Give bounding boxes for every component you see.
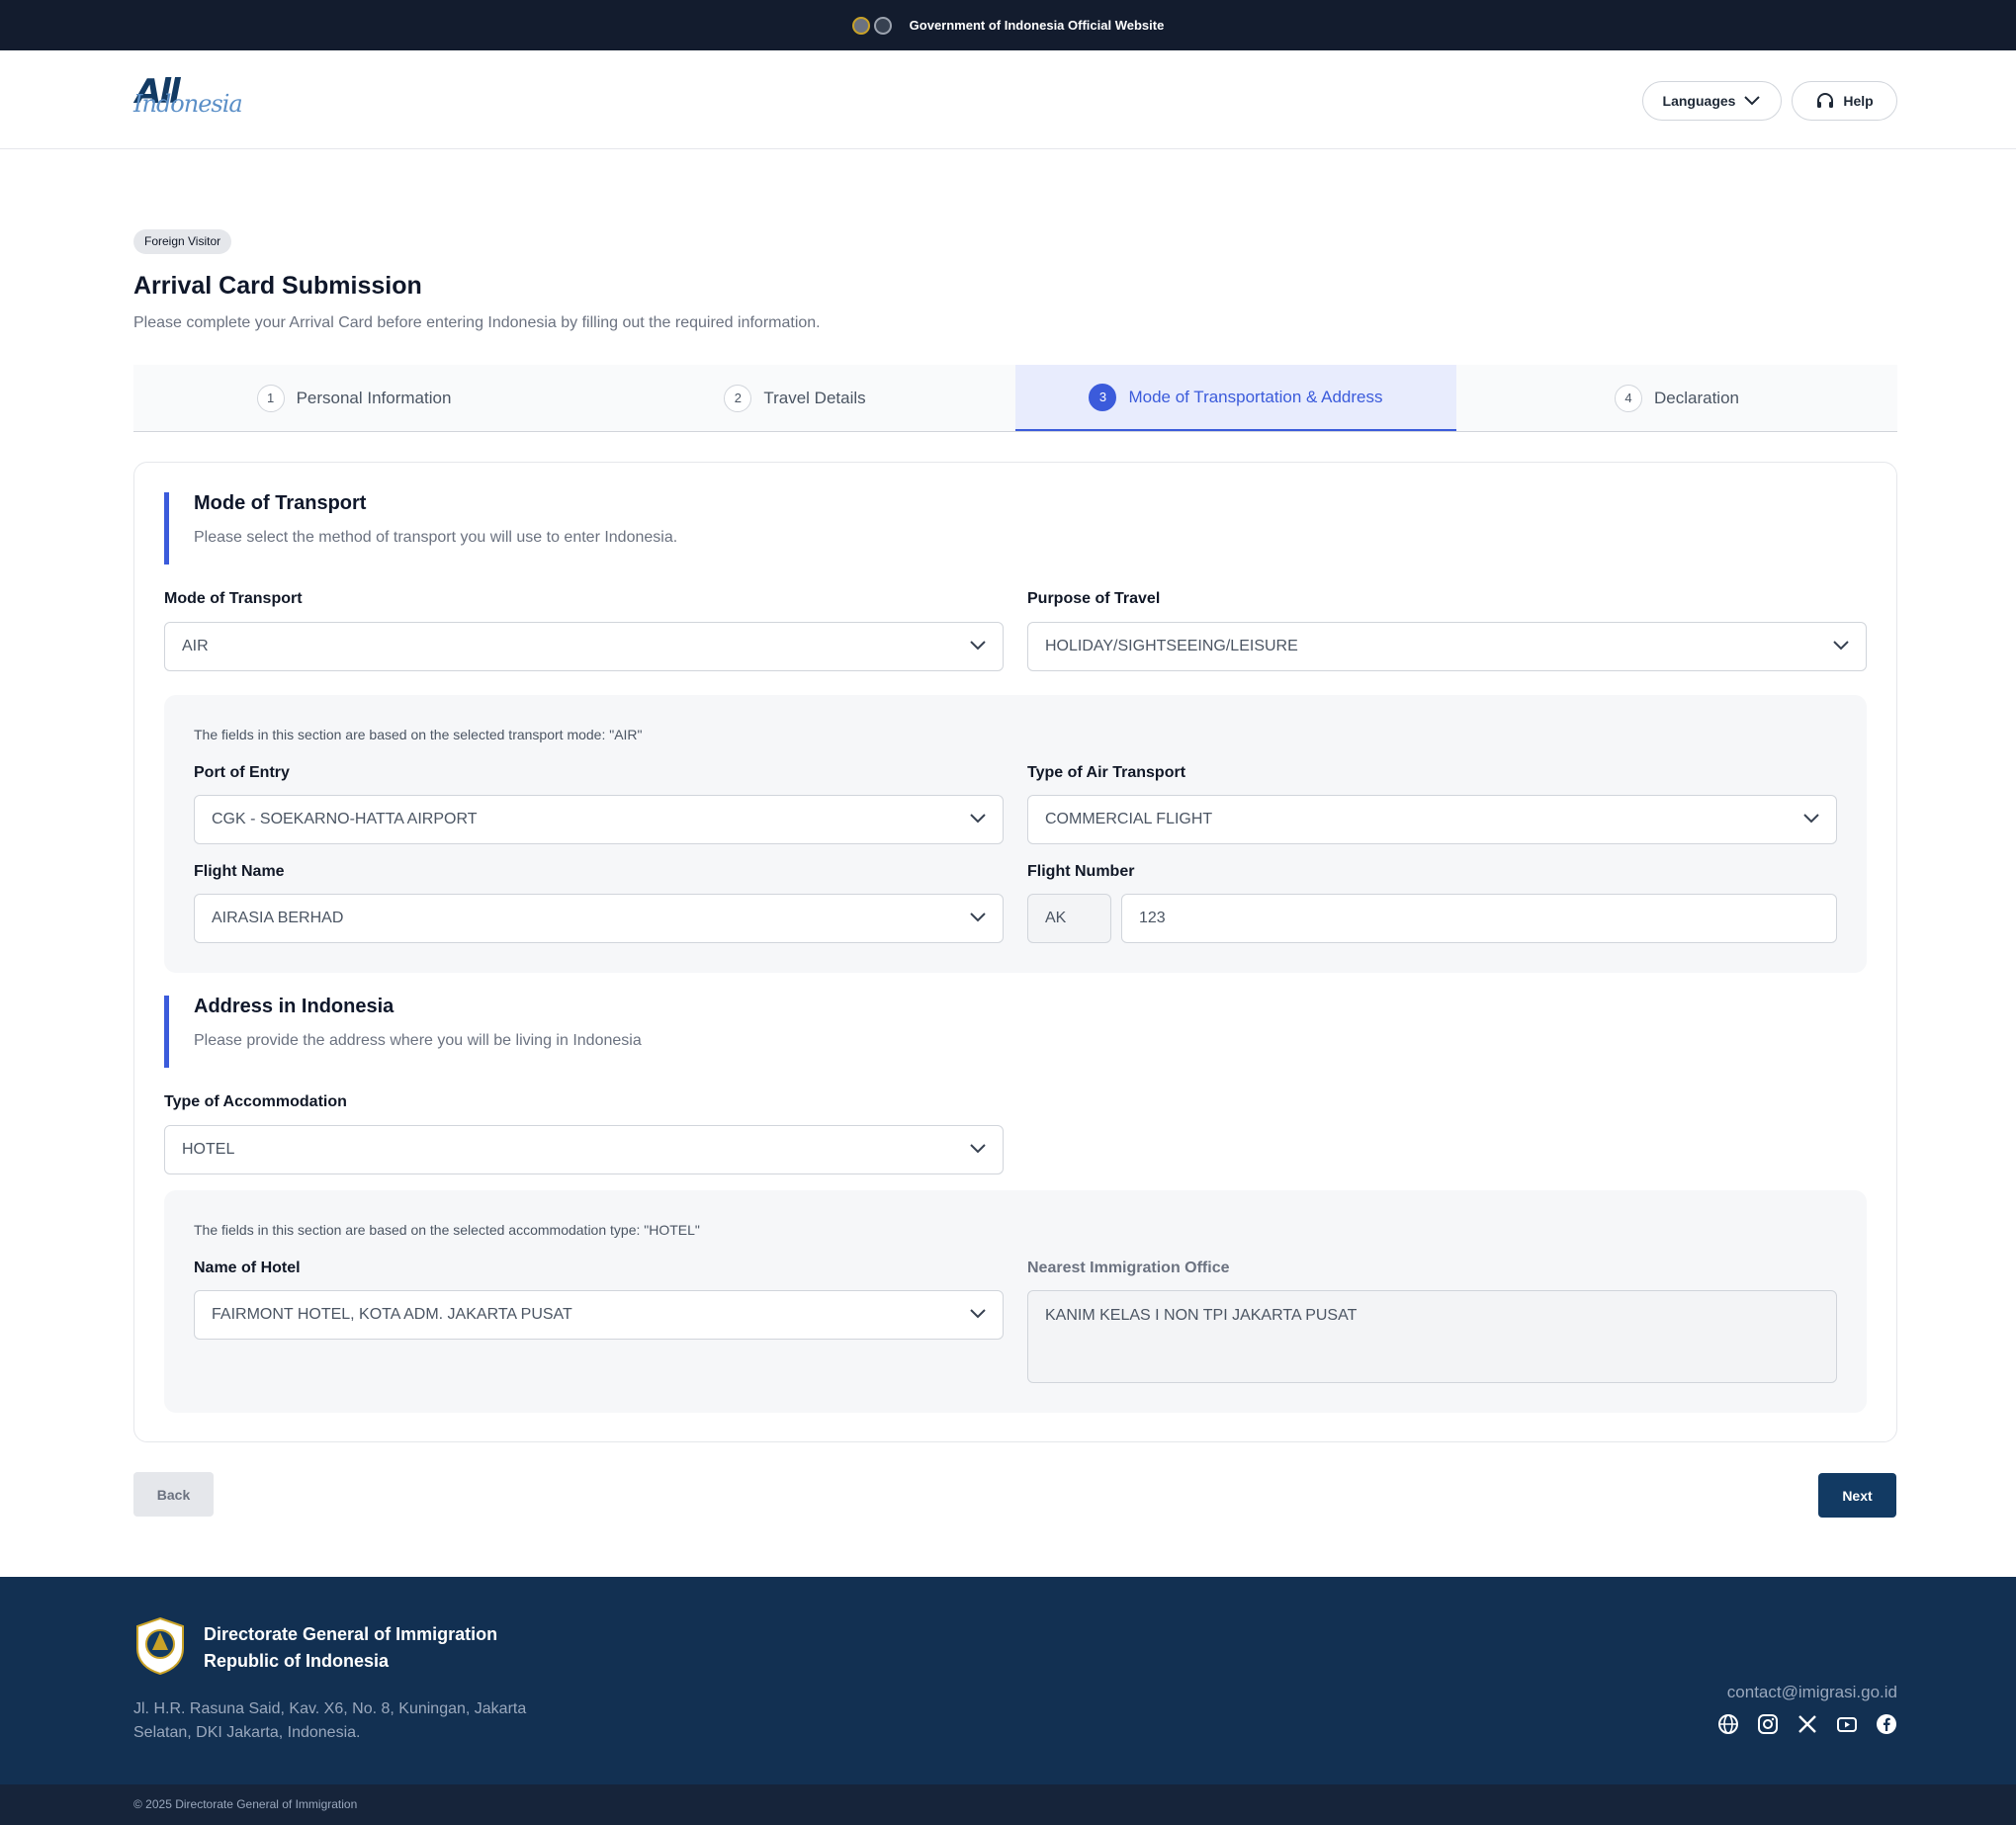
chevron-down-icon	[1833, 641, 1849, 651]
address-section-title: Address in Indonesia	[194, 996, 394, 1017]
transport-mode-note: The fields in this section are based on …	[194, 727, 643, 742]
port-of-entry-label: Port of Entry	[194, 764, 290, 781]
air-transport-type-value: COMMERCIAL FLIGHT	[1045, 811, 1213, 827]
accommodation-type-select[interactable]: HOTEL	[164, 1125, 1004, 1174]
step-transportation-address[interactable]: 3 Mode of Transportation & Address	[1015, 365, 1456, 431]
help-button[interactable]: Help	[1792, 81, 1897, 121]
flight-code-prefix: AK	[1027, 894, 1111, 943]
form-stepper: 1 Personal Information 2 Travel Details …	[133, 365, 1897, 432]
flight-name-select[interactable]: AIRASIA BERHAD	[194, 894, 1004, 943]
step-label: Travel Details	[763, 388, 866, 407]
hotel-name-label: Name of Hotel	[194, 1260, 301, 1276]
purpose-of-travel-label: Purpose of Travel	[1027, 590, 1161, 607]
flight-code-prefix-value: AK	[1045, 910, 1067, 926]
step-declaration[interactable]: 4 Declaration	[1456, 365, 1897, 431]
social-links	[1717, 1713, 1897, 1735]
site-header: All Indonesia Languages Help	[0, 50, 2016, 149]
immigration-office-field: KANIM KELAS I NON TPI JAKARTA PUSAT	[1027, 1290, 1837, 1383]
page-title: Arrival Card Submission	[133, 272, 422, 300]
copyright-bar: © 2025 Directorate General of Immigratio…	[0, 1784, 2016, 1825]
chevron-down-icon	[970, 912, 986, 922]
next-button[interactable]: Next	[1818, 1473, 1896, 1518]
hotel-subpanel: The fields in this section are based on …	[164, 1190, 1867, 1413]
footer-organization: Directorate General of Immigration Repub…	[204, 1621, 497, 1675]
chevron-down-icon	[1803, 814, 1819, 824]
mode-of-transport-select[interactable]: AIR	[164, 622, 1004, 671]
globe-icon[interactable]	[1717, 1713, 1739, 1735]
all-indonesia-logo[interactable]: All Indonesia	[133, 72, 243, 128]
address-section-description: Please provide the address where you wil…	[194, 1032, 642, 1049]
hotel-name-value: FAIRMONT HOTEL, KOTA ADM. JAKARTA PUSAT	[212, 1306, 572, 1323]
step-personal-information[interactable]: 1 Personal Information	[133, 365, 574, 431]
flight-name-label: Flight Name	[194, 863, 285, 880]
official-banner: Government of Indonesia Official Website	[0, 0, 2016, 50]
ministry-emblem-icon	[873, 16, 892, 35]
footer-address: Jl. H.R. Rasuna Said, Kav. X6, No. 8, Ku…	[133, 1700, 527, 1741]
youtube-icon[interactable]	[1836, 1713, 1858, 1735]
step-number: 2	[724, 384, 752, 412]
x-icon[interactable]	[1797, 1713, 1818, 1735]
official-banner-text: Government of Indonesia Official Website	[909, 18, 1165, 33]
instagram-icon[interactable]	[1757, 1713, 1779, 1735]
flight-number-value: 123	[1139, 910, 1166, 926]
step-label: Mode of Transportation & Address	[1128, 387, 1383, 406]
chevron-down-icon	[1744, 96, 1761, 106]
form-card: Mode of Transport Please select the meth…	[133, 462, 1897, 1442]
accommodation-type-note: The fields in this section are based on …	[194, 1222, 700, 1238]
headset-icon	[1817, 93, 1834, 108]
step-label: Declaration	[1654, 388, 1739, 407]
step-number: 1	[256, 384, 285, 412]
accommodation-type-label: Type of Accommodation	[164, 1093, 347, 1110]
transport-section-title: Mode of Transport	[194, 492, 367, 514]
immigration-seal-icon	[136, 1616, 184, 1676]
transport-section-description: Please select the method of transport yo…	[194, 529, 678, 546]
site-footer: Directorate General of Immigration Repub…	[0, 1577, 2016, 1784]
mode-of-transport-label: Mode of Transport	[164, 590, 303, 607]
footer-email-link[interactable]: contact@imigrasi.go.id	[1727, 1683, 1897, 1702]
immigration-office-label: Nearest Immigration Office	[1027, 1260, 1230, 1276]
air-transport-subpanel: The fields in this section are based on …	[164, 695, 1867, 973]
chevron-down-icon	[970, 1309, 986, 1319]
air-transport-type-label: Type of Air Transport	[1027, 764, 1186, 781]
step-label: Personal Information	[296, 388, 452, 407]
languages-label: Languages	[1662, 93, 1736, 109]
government-emblems	[851, 16, 892, 35]
logo-text-bottom: Indonesia	[133, 90, 243, 118]
port-of-entry-select[interactable]: CGK - SOEKARNO-HATTA AIRPORT	[194, 795, 1004, 844]
flight-number-input[interactable]: 123	[1121, 894, 1837, 943]
air-transport-type-select[interactable]: COMMERCIAL FLIGHT	[1027, 795, 1837, 844]
page-subtitle: Please complete your Arrival Card before…	[133, 314, 821, 331]
port-of-entry-value: CGK - SOEKARNO-HATTA AIRPORT	[212, 811, 478, 827]
accommodation-type-value: HOTEL	[182, 1141, 235, 1158]
chevron-down-icon	[970, 1144, 986, 1154]
purpose-of-travel-value: HOLIDAY/SIGHTSEEING/LEISURE	[1045, 638, 1298, 654]
chevron-down-icon	[970, 814, 986, 824]
purpose-of-travel-select[interactable]: HOLIDAY/SIGHTSEEING/LEISURE	[1027, 622, 1867, 671]
chevron-down-icon	[970, 641, 986, 651]
garuda-emblem-icon	[851, 16, 870, 35]
flight-name-value: AIRASIA BERHAD	[212, 910, 344, 926]
visitor-type-badge: Foreign Visitor	[133, 229, 232, 254]
step-travel-details[interactable]: 2 Travel Details	[574, 365, 1015, 431]
step-number: 3	[1089, 383, 1117, 411]
transport-section-header: Mode of Transport Please select the meth…	[164, 492, 677, 565]
back-button[interactable]: Back	[133, 1472, 214, 1517]
languages-button[interactable]: Languages	[1642, 81, 1782, 121]
flight-number-label: Flight Number	[1027, 863, 1135, 880]
address-section-header: Address in Indonesia Please provide the …	[164, 996, 642, 1068]
copyright-text: © 2025 Directorate General of Immigratio…	[133, 1797, 358, 1811]
mode-of-transport-value: AIR	[182, 638, 209, 654]
footer-org-line1: Directorate General of Immigration	[204, 1624, 498, 1644]
help-label: Help	[1843, 93, 1874, 109]
footer-org-line2: Republic of Indonesia	[204, 1651, 390, 1671]
step-number: 4	[1615, 384, 1642, 412]
hotel-name-select[interactable]: FAIRMONT HOTEL, KOTA ADM. JAKARTA PUSAT	[194, 1290, 1004, 1340]
immigration-office-value: KANIM KELAS I NON TPI JAKARTA PUSAT	[1045, 1307, 1358, 1324]
facebook-icon[interactable]	[1876, 1713, 1897, 1735]
